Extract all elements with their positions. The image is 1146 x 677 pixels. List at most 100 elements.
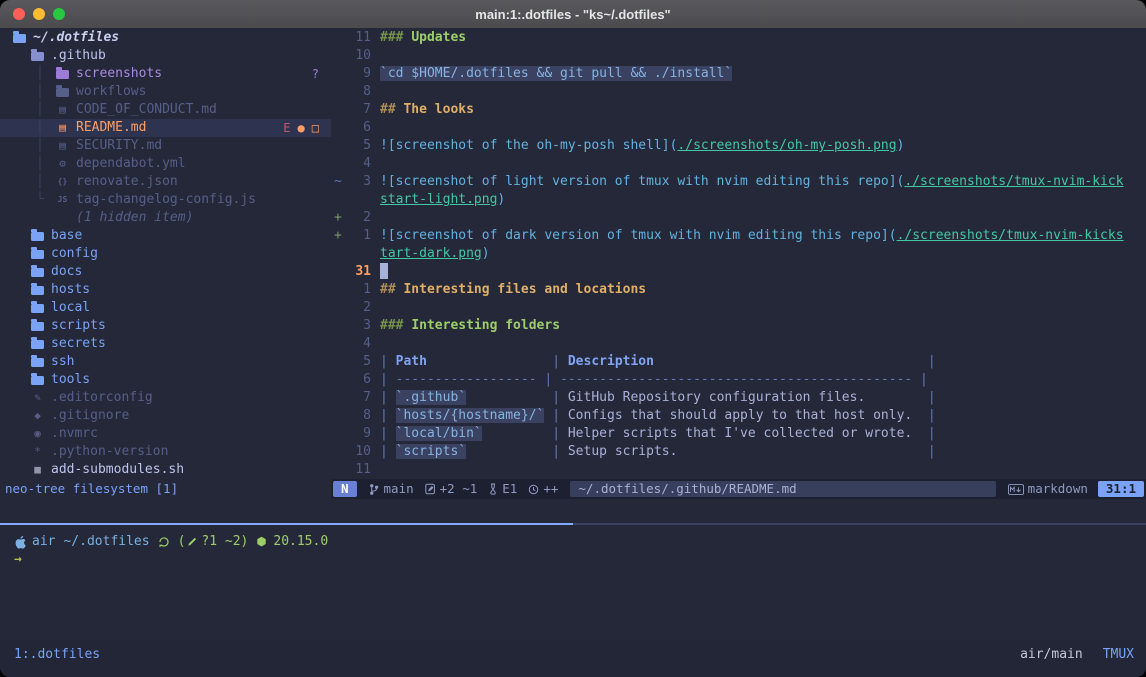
editor-line[interactable]: 10 <box>331 47 1146 65</box>
editor-line[interactable]: 2 <box>331 299 1146 317</box>
tree-item-base[interactable]: base <box>0 227 331 245</box>
close-button[interactable] <box>13 8 25 20</box>
tree-item-readme.md[interactable]: │▤README.mdE●□ <box>0 119 331 137</box>
syntax-segment: Setup scripts. <box>568 444 928 459</box>
editor-line[interactable]: 8| `hosts/{hostname}/` | Configs that sh… <box>331 407 1146 425</box>
gutter-sign <box>331 137 345 155</box>
tree-item-label: .python-version <box>51 443 168 461</box>
tree-item--1-hidden-item-[interactable]: (1 hidden item) <box>0 209 331 227</box>
tree-guide: │ <box>36 101 56 119</box>
line-text: start-light.png) <box>371 191 505 209</box>
gutter-sign <box>331 281 345 299</box>
nvmrc-file-icon: ◉ <box>31 425 44 443</box>
gutter-sign <box>331 461 345 479</box>
editor-line[interactable]: 6 <box>331 119 1146 137</box>
shell-pane[interactable]: air ~/.dotfiles ( ?1 ~2) 20.15.0 → <box>0 525 1146 640</box>
git-branch-icon <box>368 483 380 496</box>
line-number: 6 <box>345 119 371 137</box>
tree-item-docs[interactable]: docs <box>0 263 331 281</box>
markdown-file-icon: ▤ <box>56 137 69 155</box>
editor-line[interactable]: 4 <box>331 155 1146 173</box>
editor-buffer: 11### Updates 10 9`cd $HOME/.dotfiles &&… <box>331 28 1146 479</box>
tree-item-renovate.json[interactable]: │{}renovate.json <box>0 173 331 191</box>
editor-line[interactable]: start-light.png) <box>331 191 1146 209</box>
tree-item-.editorconfig[interactable]: ✎.editorconfig <box>0 389 331 407</box>
tree-guide: │ <box>36 137 56 155</box>
syntax-segment: The looks <box>403 102 473 117</box>
syntax-segment: ## <box>380 282 403 297</box>
line-number: 3 <box>345 317 371 335</box>
tree-item--.dotfiles[interactable]: ~/.dotfiles <box>0 29 331 47</box>
tree-item-.gitignore[interactable]: ◆.gitignore <box>0 407 331 425</box>
tree-item-hosts[interactable]: hosts <box>0 281 331 299</box>
pane-divider[interactable] <box>0 523 1146 525</box>
editor-line[interactable]: +2 <box>331 209 1146 227</box>
editor-line[interactable]: 7## The looks <box>331 101 1146 119</box>
tree-item-label: add-submodules.sh <box>51 461 184 479</box>
tree-item-tools[interactable]: tools <box>0 371 331 389</box>
tree-item-label: renovate.json <box>76 173 178 191</box>
editor-line[interactable]: 5![screenshot of the oh-my-posh shell](.… <box>331 137 1146 155</box>
tree-item-local[interactable]: local <box>0 299 331 317</box>
minimize-button[interactable] <box>33 8 45 20</box>
editor-line[interactable]: 9`cd $HOME/.dotfiles && git pull && ./in… <box>331 65 1146 83</box>
editor-line[interactable]: 11### Updates <box>331 29 1146 47</box>
syntax-segment: | <box>928 426 936 441</box>
editor-line[interactable]: 8 <box>331 83 1146 101</box>
tree-item-.github[interactable]: .github <box>0 47 331 65</box>
editor-line[interactable]: +1![screenshot of dark version of tmux w… <box>331 227 1146 245</box>
line-text: ![screenshot of the oh-my-posh shell](./… <box>371 137 904 155</box>
syntax-segment: `cd $HOME/.dotfiles && git pull && ./ins… <box>380 66 732 81</box>
tree-item-label: CODE_OF_CONDUCT.md <box>76 101 217 119</box>
tree-item-secrets[interactable]: secrets <box>0 335 331 353</box>
tree-item-ssh[interactable]: ssh <box>0 353 331 371</box>
shell-prompt: air ~/.dotfiles ( ?1 ~2) 20.15.0 <box>14 533 1146 551</box>
zoom-button[interactable] <box>53 8 65 20</box>
line-text <box>371 83 380 101</box>
editor-line[interactable]: 4 <box>331 335 1146 353</box>
tree-item-scripts[interactable]: scripts <box>0 317 331 335</box>
editor-line[interactable]: ~3![screenshot of light version of tmux … <box>331 173 1146 191</box>
tree-item-label: docs <box>51 263 82 281</box>
tree-guide: │ <box>36 119 56 137</box>
tree-item-tag-changelog-config.js[interactable]: └JStag-changelog-config.js <box>0 191 331 209</box>
tree-item-screenshots[interactable]: │screenshots? <box>0 65 331 83</box>
editor-line[interactable]: 9| `local/bin` | Helper scripts that I'v… <box>331 425 1146 443</box>
tree-item-security.md[interactable]: │▤SECURITY.md <box>0 137 331 155</box>
tree-item-label: .nvmrc <box>51 425 98 443</box>
tree-item-code_of_conduct.md[interactable]: │▤CODE_OF_CONDUCT.md <box>0 101 331 119</box>
git-status-markers: ? <box>312 65 331 83</box>
tree-item-dependabot.yml[interactable]: │⚙dependabot.yml <box>0 155 331 173</box>
editor-line[interactable]: 3### Interesting folders <box>331 317 1146 335</box>
tree-item-.nvmrc[interactable]: ◉ .nvmrc <box>0 425 331 443</box>
tree-item-add-submodules.sh[interactable]: ■add-submodules.sh <box>0 461 331 479</box>
marker: ● <box>298 119 305 137</box>
line-number: 3 <box>345 173 371 191</box>
syntax-segment: | <box>928 354 936 369</box>
tree-item-label: workflows <box>76 83 146 101</box>
tree-item-workflows[interactable]: │workflows <box>0 83 331 101</box>
tree-item-.python-version[interactable]: * .python-version <box>0 443 331 461</box>
editor-line[interactable]: 10| `scripts` | Setup scripts. | <box>331 443 1146 461</box>
python-version-file-icon: * <box>31 443 44 461</box>
syntax-segment: `hosts/{hostname}/` <box>396 408 545 423</box>
editor-line[interactable]: 11 <box>331 461 1146 479</box>
syntax-segment: Configs that should apply to that host o… <box>568 408 928 423</box>
markdown-icon <box>1008 484 1024 495</box>
tree-item-label: secrets <box>51 335 106 353</box>
editor-line[interactable]: 5| Path | Description | <box>331 353 1146 371</box>
editor-line[interactable]: 7| `.github` | GitHub Repository configu… <box>331 389 1146 407</box>
editor-line[interactable]: 1## Interesting files and locations <box>331 281 1146 299</box>
editor-line[interactable]: 6| ------------------ | ----------------… <box>331 371 1146 389</box>
prompt-arrow: → <box>14 551 22 569</box>
gutter-sign <box>331 335 345 353</box>
folder-icon <box>31 322 44 331</box>
syntax-segment: Interesting files and locations <box>403 282 646 297</box>
hostname: air <box>32 533 55 551</box>
folder-icon <box>31 358 44 367</box>
tmux-window-1[interactable]: 1:.dotfiles <box>14 646 100 664</box>
tree-item-config[interactable]: config <box>0 245 331 263</box>
tree-item-label: README.md <box>76 119 146 137</box>
editor-line[interactable]: tart-dark.png) <box>331 245 1146 263</box>
editor-line[interactable]: 31 <box>331 263 1146 281</box>
